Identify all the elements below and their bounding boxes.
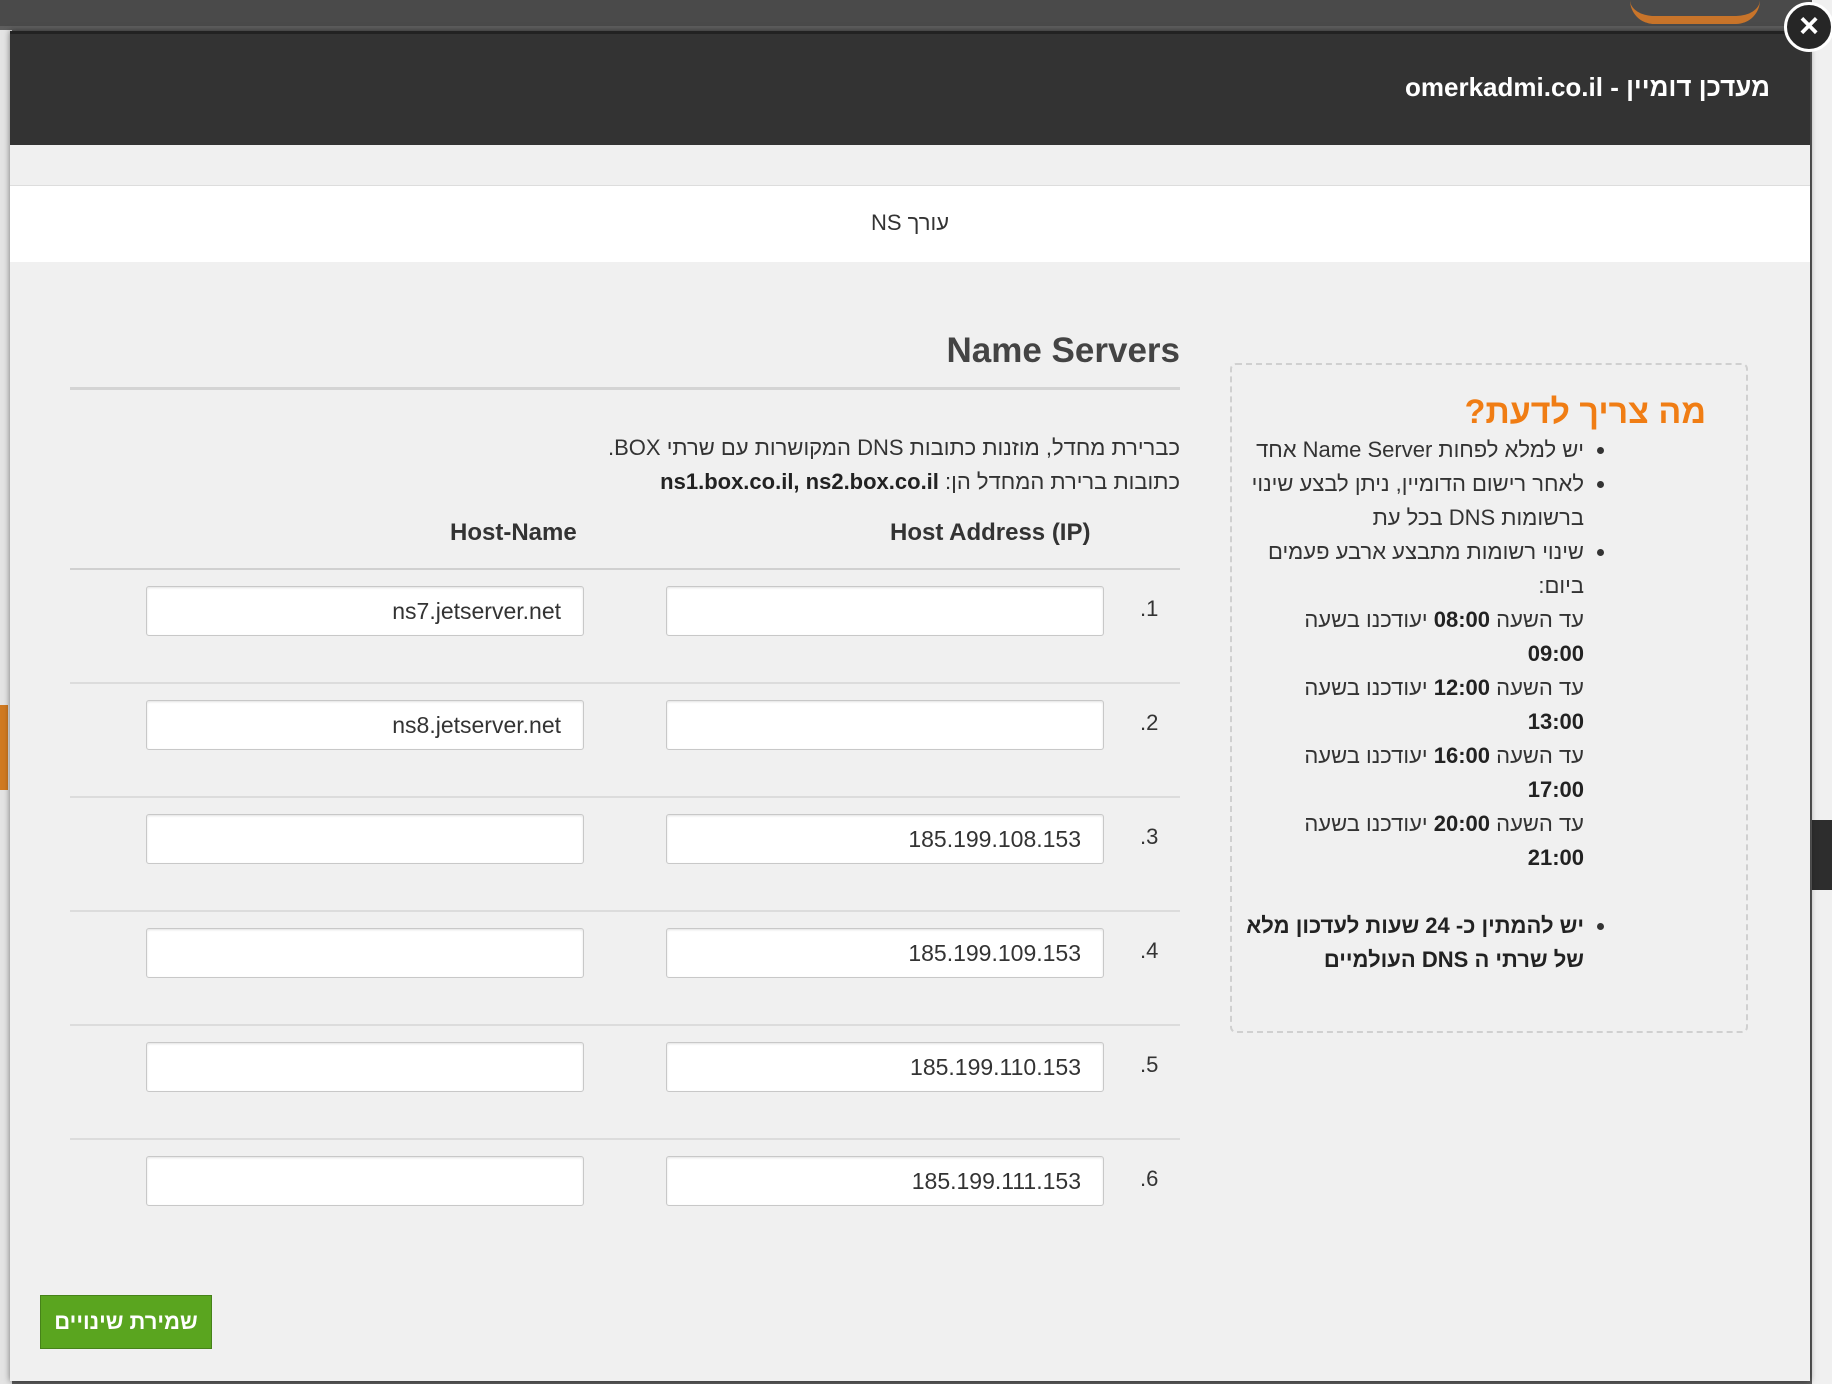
ip-address-input[interactable]: 185.199.109.153 (666, 928, 1104, 978)
info-item: יש למלא לפחות Name Server אחד (1244, 433, 1584, 467)
ns-description: כברירת מחדל, מוזנות כתובות DNS המקושרות … (608, 435, 1180, 460)
background-accent (0, 705, 8, 790)
background-page-right (1812, 0, 1832, 1384)
row-number: .6 (1140, 1166, 1159, 1191)
info-box: מה צריך לדעת? יש למלא לפחות Name Server … (1230, 363, 1748, 1033)
schedule-item: עד השעה 12:00 יעודכנו בשעה 13:00 (1304, 675, 1584, 734)
row-number: .3 (1140, 824, 1159, 849)
hostname-input[interactable] (146, 928, 584, 978)
background-page-block (1812, 820, 1832, 890)
ip-address-input[interactable]: 185.199.111.153 (666, 1156, 1104, 1206)
schedule-item: עד השעה 20:00 יעודכנו בשעה 21:00 (1304, 811, 1584, 870)
save-changes-button[interactable]: שמירת שינויים (40, 1295, 212, 1349)
row-number: .2 (1140, 710, 1159, 735)
hostname-input[interactable] (146, 814, 584, 864)
row-number: .4 (1140, 938, 1159, 963)
info-item: לאחר רישום הדומיין, ניתן לבצע שינוי ברשו… (1244, 467, 1584, 535)
ip-address-input[interactable]: 185.199.110.153 (666, 1042, 1104, 1092)
row-number: .5 (1140, 1052, 1159, 1077)
column-header-ip: Host Address (IP) (890, 519, 1091, 546)
info-item: שינוי רשומות מתבצע ארבע פעמים ביום: (1244, 535, 1584, 603)
ns-row: .3 185.199.108.153 (70, 798, 1180, 912)
tab-ns-editor[interactable]: עורך NS (10, 210, 1810, 236)
tab-bar: עורך NS (10, 185, 1810, 262)
background-page-strip (0, 0, 1832, 26)
name-servers-title: Name Servers (946, 331, 1181, 370)
close-icon[interactable]: × (1784, 2, 1832, 52)
hostname-input[interactable] (146, 1042, 584, 1092)
title-divider (70, 387, 1180, 390)
modal-title: מעדכן דומיין - omerkadmi.co.il (1405, 72, 1770, 102)
schedule-item: עד השעה 08:00 יעודכנו בשעה 09:00 (1304, 607, 1584, 666)
ip-address-input[interactable]: 185.199.108.153 (666, 814, 1104, 864)
modal-header: מעדכן דומיין - omerkadmi.co.il (10, 31, 1810, 145)
domain-update-modal: מעדכן דומיין - omerkadmi.co.il עורך NS מ… (10, 31, 1810, 1381)
ns-row: .4 185.199.109.153 (70, 912, 1180, 1026)
hostname-input[interactable]: ns7.jetserver.net (146, 586, 584, 636)
ns-defaults: כתובות ברירת המחדל הן: ns1.box.co.il, ns… (660, 469, 1180, 494)
background-logo-fragment (1630, 0, 1760, 24)
hostname-input[interactable] (146, 1156, 584, 1206)
column-header-hostname: Host-Name (450, 519, 577, 546)
info-title: מה צריך לדעת? (1464, 393, 1706, 431)
info-item: יש להמתין כ- 24 שעות לעדכון מלא של שרתי … (1244, 909, 1584, 977)
info-list: יש למלא לפחות Name Server אחד לאחר רישום… (1244, 433, 1606, 977)
schedule-item: עד השעה 16:00 יעודכנו בשעה 17:00 (1304, 743, 1584, 802)
ip-address-input[interactable] (666, 700, 1104, 750)
ip-address-input[interactable] (666, 586, 1104, 636)
ns-row: .5 185.199.110.153 (70, 1026, 1180, 1140)
ns-row: .2 ns8.jetserver.net (70, 684, 1180, 798)
ns-row: .1 ns7.jetserver.net (70, 570, 1180, 684)
ns-row: .6 185.199.111.153 (70, 1140, 1180, 1240)
row-number: .1 (1140, 596, 1159, 621)
hostname-input[interactable]: ns8.jetserver.net (146, 700, 584, 750)
